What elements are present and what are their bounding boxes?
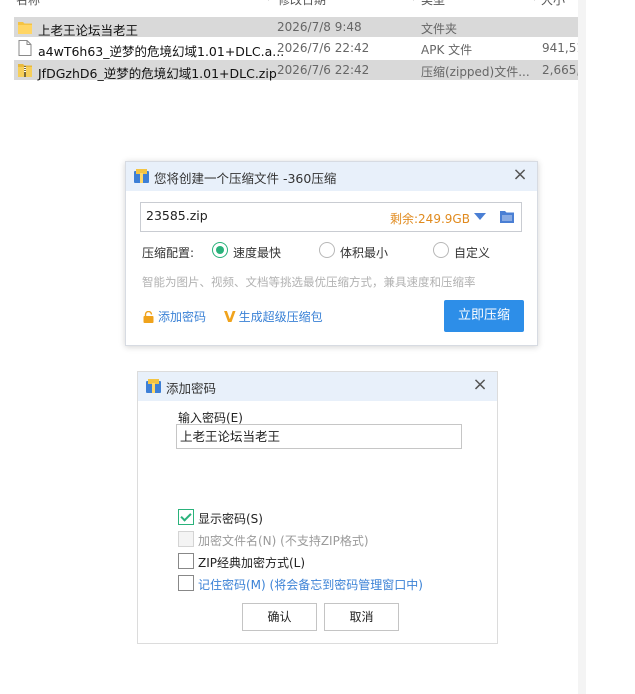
file-size: 2,665, — [542, 63, 581, 77]
zip-classic-encryption-label[interactable]: ZIP经典加密方式(L) — [198, 554, 305, 571]
file-date: 2026/7/6 22:42 — [277, 63, 370, 77]
dialog-titlebar[interactable]: 添加密码 × — [138, 372, 497, 401]
archive-name-input[interactable] — [146, 208, 366, 223]
archive-name-field[interactable]: 剩余:249.9GB — [140, 202, 522, 232]
dialog-titlebar[interactable]: 您将创建一个压缩文件 -360压缩 × — [126, 162, 537, 191]
vip-v-icon: V — [224, 308, 236, 326]
close-icon[interactable]: × — [471, 376, 489, 394]
file-explorer-list: 名称 修改日期 类型 大小 上老王论坛当老王 2026/7/8 9:48 文件夹… — [0, 0, 584, 81]
dialog-title: 您将创建一个压缩文件 -360压缩 — [154, 171, 337, 186]
show-password-label[interactable]: 显示密码(S) — [198, 510, 263, 527]
encrypt-filenames-checkbox — [178, 531, 194, 547]
file-row-folder[interactable]: 上老王论坛当老王 2026/7/8 9:48 文件夹 — [14, 17, 578, 38]
super-compress-link[interactable]: V 生成超级压缩包 — [224, 308, 323, 326]
radio-fastest-label[interactable]: 速度最快 — [233, 244, 281, 261]
show-password-checkbox[interactable] — [178, 509, 194, 525]
cancel-button[interactable]: 取消 — [324, 603, 399, 631]
radio-custom-label[interactable]: 自定义 — [454, 244, 490, 261]
column-header-type[interactable]: 类型 — [421, 0, 445, 8]
file-row-zip[interactable]: JfDGzhD6_逆梦的危境幻域1.01+DLC.zip 2026/7/6 22… — [14, 60, 581, 81]
remember-password-checkbox[interactable] — [178, 575, 194, 591]
file-type: 文件夹 — [421, 22, 458, 36]
password-input[interactable] — [180, 428, 456, 443]
file-name: 上老王论坛当老王 — [38, 23, 139, 38]
file-date: 2026/7/8 9:48 — [277, 20, 362, 34]
file-row-apk[interactable]: a4wT6h63_逆梦的危境幻域1.01+DLC.a... 2026/7/6 2… — [14, 38, 584, 59]
encrypt-filenames-label: 加密文件名(N) (不支持ZIP格式) — [198, 534, 369, 548]
compress-hint-text: 智能为图片、视频、文档等挑选最优压缩方式，兼具速度和压缩率 — [142, 275, 476, 289]
column-header-name[interactable]: 名称 — [16, 0, 40, 8]
dialog-title: 添加密码 — [166, 381, 217, 396]
explorer-scrollbar-track[interactable] — [578, 0, 586, 694]
browse-folder-icon[interactable] — [500, 210, 514, 223]
radio-smallest-label[interactable]: 体积最小 — [340, 244, 388, 261]
column-header-date[interactable]: 修改日期 — [278, 0, 326, 8]
add-password-label: 添加密码 — [158, 310, 207, 324]
zip-classic-encryption-checkbox[interactable] — [178, 553, 194, 569]
file-type: APK 文件 — [421, 43, 473, 57]
column-header-size[interactable]: 大小 — [541, 0, 565, 8]
zip-icon — [18, 64, 32, 77]
chevron-down-icon[interactable] — [474, 213, 486, 220]
compress-config-label: 压缩配置: — [142, 246, 195, 260]
lock-icon — [143, 311, 154, 323]
add-password-dialog: 添加密码 × 输入密码(E) 显示密码(S) 加密文件名(N) (不支持ZIP格… — [137, 371, 498, 644]
360zip-app-icon — [146, 379, 161, 393]
ok-button[interactable]: 确认 — [242, 603, 317, 631]
close-icon[interactable]: × — [511, 166, 529, 184]
radio-fastest[interactable] — [212, 242, 228, 258]
remember-password-label[interactable]: 记住密码(M) (将会备忘到密码管理窗口中) — [198, 576, 423, 593]
radio-smallest[interactable] — [319, 242, 335, 258]
radio-custom[interactable] — [433, 242, 449, 258]
free-space-label: 剩余:249.9GB — [390, 212, 470, 226]
column-header-row: 名称 修改日期 类型 大小 — [0, 0, 578, 7]
360zip-app-icon — [134, 169, 149, 183]
add-password-link[interactable]: 添加密码 — [143, 308, 206, 325]
column-divider[interactable] — [413, 0, 414, 1]
file-date: 2026/7/6 22:42 — [277, 41, 370, 55]
compress-dialog: 您将创建一个压缩文件 -360压缩 × 剩余:249.9GB 压缩配置: 速度最… — [125, 161, 538, 346]
super-compress-label: 生成超级压缩包 — [238, 310, 323, 324]
compress-now-button[interactable]: 立即压缩 — [444, 300, 524, 332]
file-name: JfDGzhD6_逆梦的危境幻域1.01+DLC.zip — [38, 66, 277, 81]
column-divider[interactable] — [268, 0, 269, 1]
file-type: 压缩(zipped)文件... — [421, 65, 530, 79]
file-icon — [18, 40, 32, 56]
column-divider[interactable] — [534, 0, 535, 1]
folder-icon — [18, 22, 32, 34]
password-field[interactable] — [176, 424, 462, 449]
file-name: a4wT6h63_逆梦的危境幻域1.01+DLC.a... — [38, 44, 285, 59]
